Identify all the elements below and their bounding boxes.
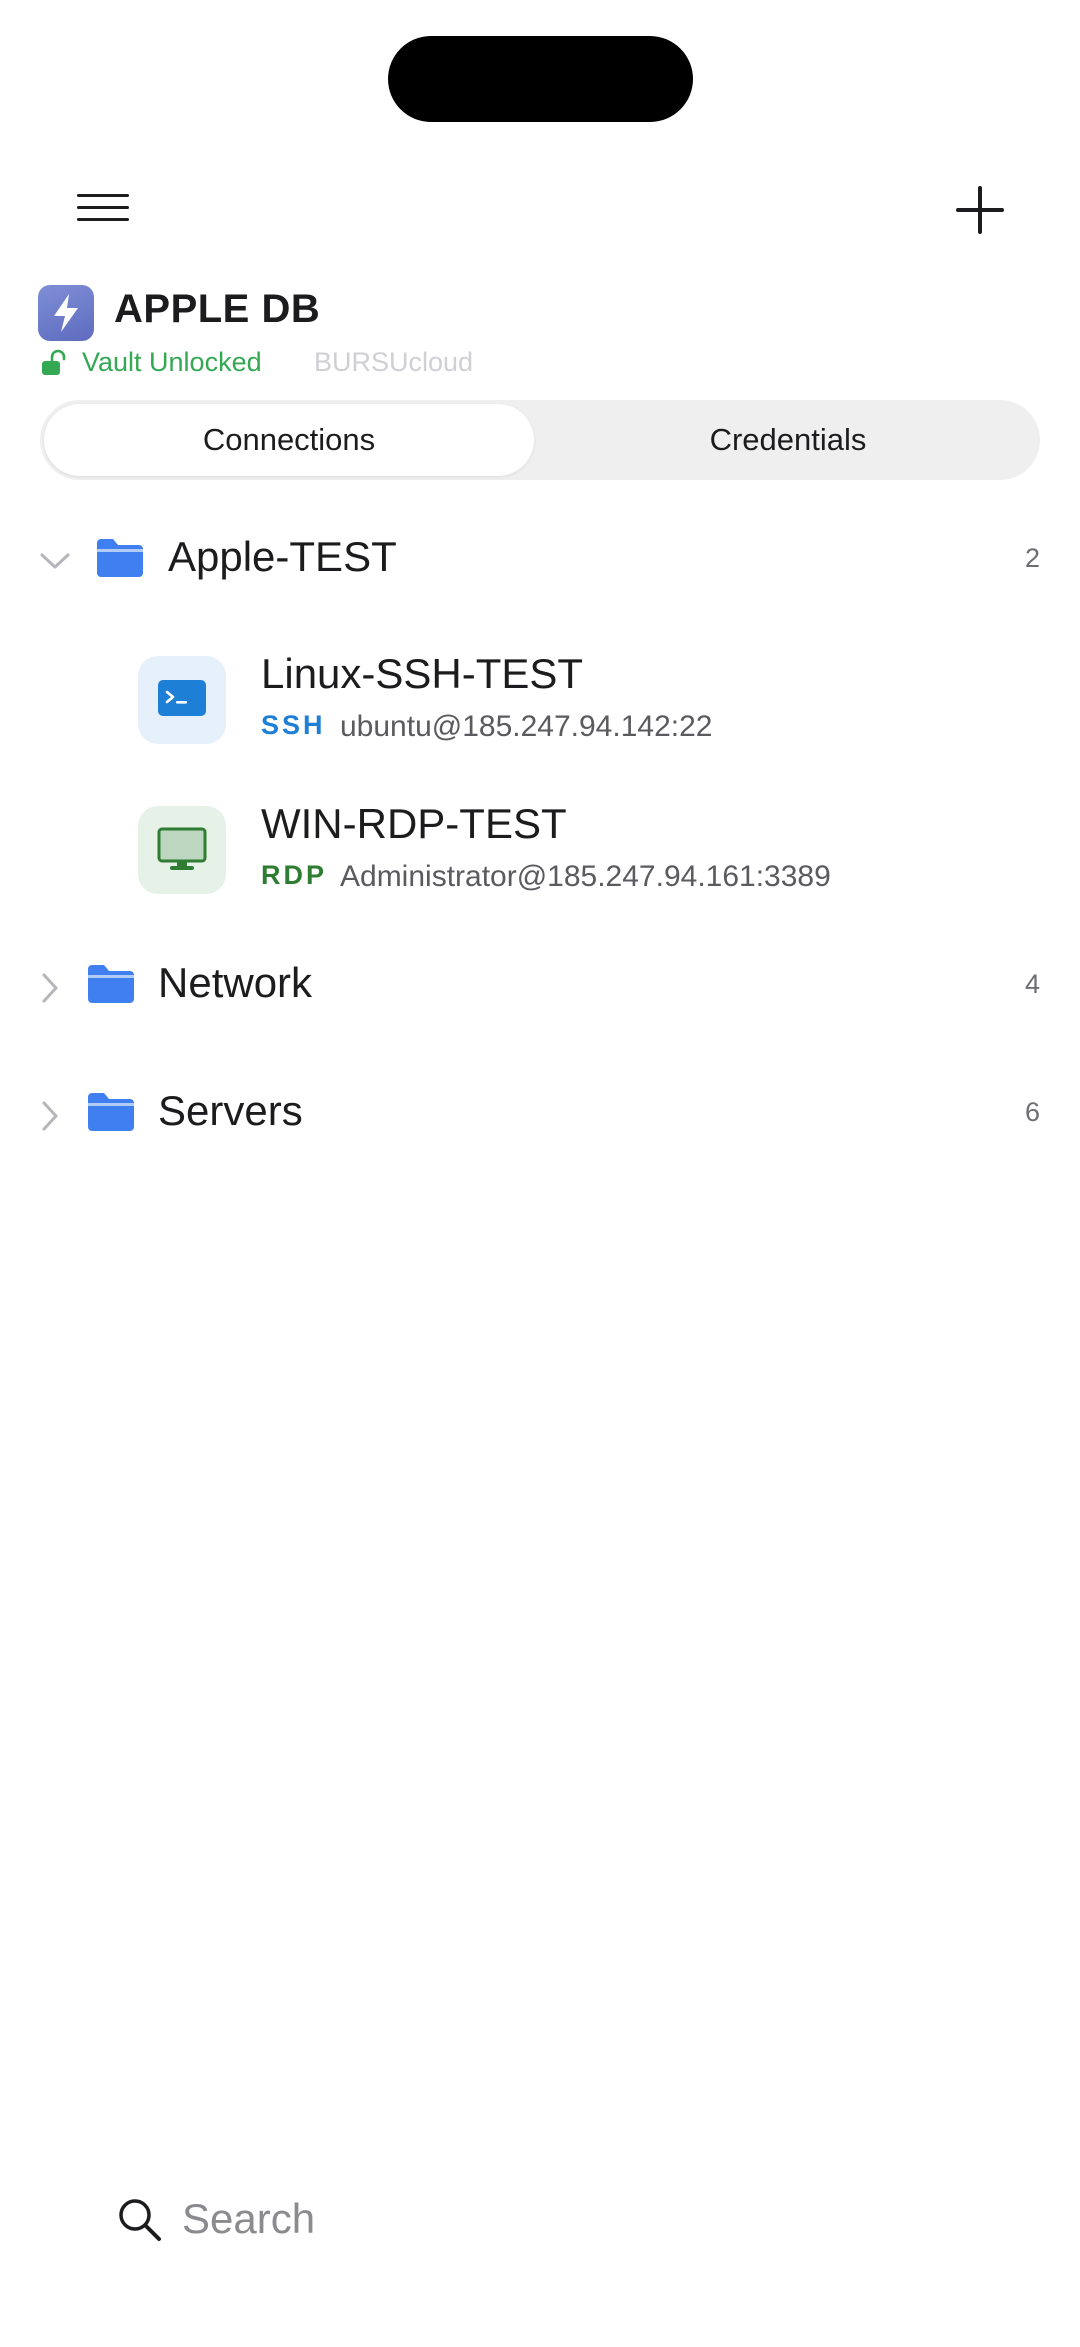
protocol-badge: RDP (261, 860, 328, 890)
app-screen: APPLE DB Vault Unlocked BURSUcloud Conne… (0, 0, 1080, 2347)
folder-count: 4 (1024, 969, 1040, 999)
chevron-down-icon (40, 553, 70, 569)
connection-address: Administrator@185.247.94.161:3389 (340, 860, 831, 893)
connection-icon-tile (138, 656, 226, 744)
dynamic-island (388, 36, 693, 122)
search-icon (119, 2199, 161, 2241)
plus-icon (956, 186, 1004, 234)
vault-title: APPLE DB (114, 287, 321, 331)
folder-icon (88, 1093, 134, 1131)
folder-name: Servers (158, 1087, 303, 1134)
folder-icon (88, 965, 134, 1003)
hamburger-menu-icon (77, 194, 129, 221)
unlocked-lock-icon (42, 349, 66, 375)
folder-row-apple-test[interactable]: Apple-TEST 2 (0, 515, 1080, 605)
search-bar[interactable] (100, 2180, 980, 2260)
vault-status-text: Vault Unlocked (82, 347, 262, 377)
connection-row-win-rdp-test[interactable]: WIN-RDP-TEST RDP Administrator@185.247.9… (0, 796, 1080, 916)
folder-count: 6 (1024, 1097, 1040, 1127)
folder-name: Network (158, 959, 313, 1006)
add-button[interactable] (940, 170, 1020, 250)
vault-header[interactable]: APPLE DB Vault Unlocked BURSUcloud (38, 283, 1038, 383)
vault-account-name: BURSUcloud (314, 347, 474, 377)
chevron-right-icon (42, 1101, 58, 1131)
chevron-right-icon (42, 973, 58, 1003)
lightning-bolt-icon (54, 294, 78, 332)
tab-credentials[interactable]: Credentials (540, 404, 1036, 476)
menu-button[interactable] (60, 180, 140, 240)
tab-connections[interactable]: Connections (44, 404, 534, 476)
folder-row-network[interactable]: Network 4 (0, 941, 1080, 1031)
folder-name: Apple-TEST (168, 533, 397, 580)
folder-icon (97, 539, 143, 577)
connection-row-linux-ssh-test[interactable]: Linux-SSH-TEST SSH ubuntu@185.247.94.142… (0, 646, 1080, 766)
terminal-icon (158, 680, 206, 716)
top-bar (0, 160, 1080, 260)
connection-name: Linux-SSH-TEST (261, 650, 584, 697)
connection-name: WIN-RDP-TEST (261, 800, 567, 847)
folder-row-servers[interactable]: Servers 6 (0, 1069, 1080, 1159)
search-input[interactable] (182, 2186, 942, 2252)
connection-icon-tile (138, 806, 226, 894)
connection-address: ubuntu@185.247.94.142:22 (340, 710, 713, 743)
monitor-icon (157, 827, 207, 870)
protocol-badge: SSH (261, 710, 326, 740)
vault-app-icon (38, 285, 94, 341)
folder-count: 2 (1024, 543, 1040, 573)
segmented-control: Connections Credentials (40, 400, 1040, 480)
